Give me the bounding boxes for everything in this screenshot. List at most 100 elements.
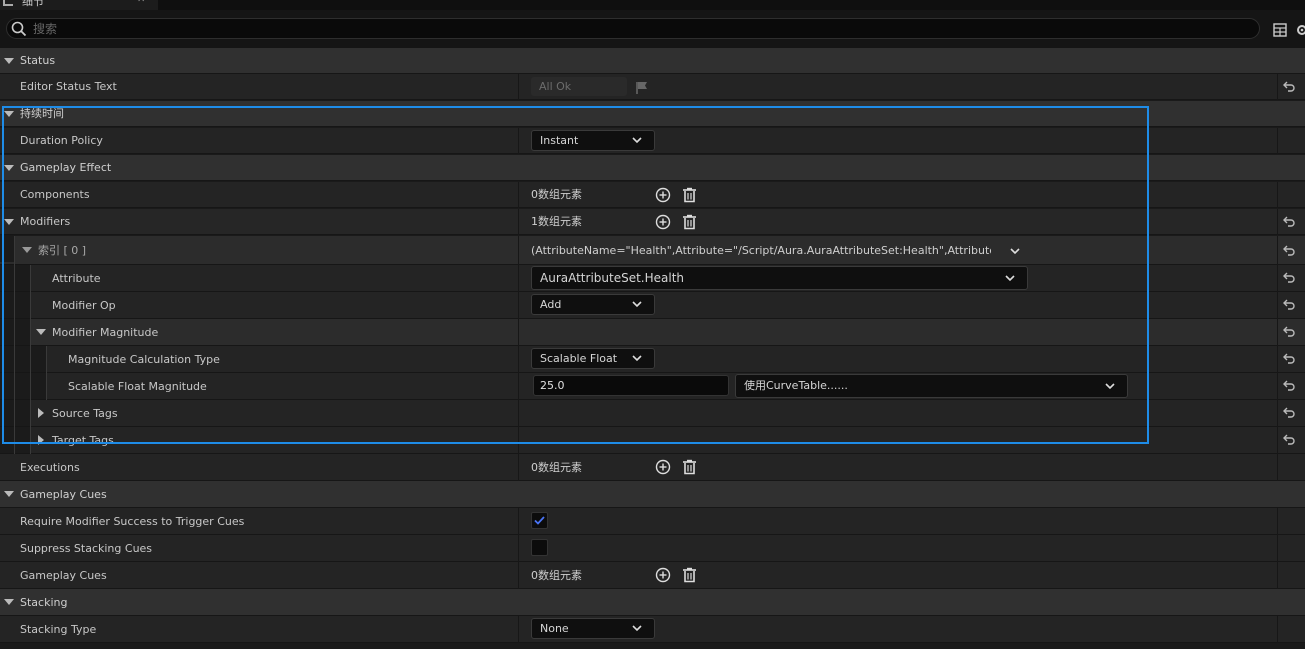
row-executions: Executions 0数组元素 <box>0 454 1305 481</box>
trash-icon[interactable] <box>682 187 697 203</box>
reset-to-default-icon[interactable] <box>1283 326 1295 337</box>
chevron-down-icon <box>632 301 642 308</box>
expand-arrow-icon[interactable] <box>4 111 14 117</box>
row-editor-status-text: Editor Status Text All Ok <box>0 74 1305 100</box>
reset-to-default-icon[interactable] <box>1283 272 1295 283</box>
dropdown-value: None <box>540 622 569 635</box>
array-count: 0数组元素 <box>531 461 582 474</box>
editor-status-field: All Ok <box>531 77 627 96</box>
row-modifier-magnitude[interactable]: Modifier Magnitude <box>0 319 1305 346</box>
array-count: 0数组元素 <box>531 569 582 582</box>
property-label: 索引 [ 0 ] <box>38 244 87 257</box>
array-count: 1数组元素 <box>531 215 582 228</box>
checkmark-icon <box>534 516 545 525</box>
dropdown-value: Instant <box>540 134 579 147</box>
trash-icon[interactable] <box>682 567 697 583</box>
scalable-float-value-input[interactable]: 25.0 <box>533 375 729 396</box>
stacking-type-dropdown[interactable]: None <box>531 618 655 639</box>
add-element-icon[interactable] <box>655 459 671 475</box>
expand-arrow-icon[interactable] <box>4 599 14 605</box>
trash-icon[interactable] <box>682 214 697 230</box>
row-target-tags[interactable]: Target Tags <box>0 427 1305 454</box>
category-status[interactable]: Status <box>0 48 1305 74</box>
duration-policy-dropdown[interactable]: Instant <box>531 130 655 151</box>
attribute-dropdown[interactable]: AuraAttributeSet.Health <box>531 266 1028 290</box>
expand-arrow-icon[interactable] <box>36 329 46 335</box>
row-modifier-op: Modifier Op Add <box>0 292 1305 319</box>
chevron-down-icon <box>1105 383 1115 390</box>
reset-to-default-icon[interactable] <box>1283 434 1295 445</box>
add-element-icon[interactable] <box>655 567 671 583</box>
curve-table-dropdown[interactable]: 使用CurveTable...... <box>735 374 1128 398</box>
search-box[interactable] <box>6 18 1260 39</box>
modifier-op-dropdown[interactable]: Add <box>531 294 655 315</box>
row-duration-policy: Duration Policy Instant <box>0 128 1305 154</box>
trash-icon[interactable] <box>682 459 697 475</box>
search-icon <box>11 21 27 37</box>
reset-to-default-icon[interactable] <box>1283 407 1295 418</box>
row-attribute: Attribute AuraAttributeSet.Health <box>0 265 1305 292</box>
dropdown-value: AuraAttributeSet.Health <box>540 271 685 285</box>
category-label: Stacking <box>20 596 68 609</box>
property-label: Executions <box>20 461 80 474</box>
reset-to-default-icon[interactable] <box>1283 245 1295 256</box>
category-label: Gameplay Cues <box>20 488 107 501</box>
category-label: Status <box>20 54 56 67</box>
property-label: Editor Status Text <box>20 80 117 93</box>
chevron-down-icon <box>632 355 642 362</box>
dropdown-value: Scalable Float <box>540 352 618 365</box>
magnitude-calculation-type-dropdown[interactable]: Scalable Float <box>531 348 655 369</box>
suppress-stacking-cues-checkbox[interactable] <box>531 539 548 556</box>
category-label: 持续时间 <box>20 107 64 120</box>
row-modifiers[interactable]: Modifiers 1数组元素 <box>0 209 1305 235</box>
property-label: Attribute <box>52 272 101 285</box>
details-tab[interactable]: 细节 ✕ <box>0 0 158 10</box>
reset-to-default-icon[interactable] <box>1283 299 1295 310</box>
reset-to-default-icon[interactable] <box>1283 81 1295 92</box>
property-label: Target Tags <box>52 434 114 447</box>
property-label: Stacking Type <box>20 623 97 636</box>
reset-to-default-icon[interactable] <box>1283 380 1295 391</box>
dropdown-value: 使用CurveTable...... <box>744 379 848 392</box>
row-gameplay-cues: Gameplay Cues 0数组元素 <box>0 562 1305 589</box>
expand-arrow-icon[interactable] <box>4 58 14 64</box>
close-tab-icon[interactable]: ✕ <box>137 0 145 5</box>
row-components: Components 0数组元素 <box>0 182 1305 208</box>
search-row <box>0 10 1305 48</box>
category-stacking[interactable]: Stacking <box>0 589 1305 616</box>
require-modifier-success-checkbox[interactable] <box>531 512 548 529</box>
expand-arrow-icon[interactable] <box>38 408 44 418</box>
category-duration[interactable]: 持续时间 <box>0 101 1305 127</box>
property-label: Gameplay Cues <box>20 569 107 582</box>
reset-to-default-icon[interactable] <box>1283 353 1295 364</box>
category-gameplay-effect[interactable]: Gameplay Effect <box>0 155 1305 181</box>
property-label: Modifier Magnitude <box>52 326 159 339</box>
category-label: Gameplay Effect <box>20 161 112 174</box>
reset-to-default-icon[interactable] <box>1283 216 1295 227</box>
settings-gear-icon[interactable] <box>1295 23 1305 37</box>
row-source-tags[interactable]: Source Tags <box>0 400 1305 427</box>
details-tab-label: 细节 <box>22 0 44 8</box>
struct-value-preview: (AttributeName="Health",Attribute="/Scri… <box>531 244 991 257</box>
table-view-icon[interactable] <box>1273 23 1287 37</box>
chevron-down-icon[interactable] <box>1010 247 1020 255</box>
property-label: Modifiers <box>20 215 71 228</box>
expand-arrow-icon[interactable] <box>4 491 14 497</box>
row-magnitude-calculation-type: Magnitude Calculation Type Scalable Floa… <box>0 346 1305 373</box>
expand-arrow-icon[interactable] <box>38 435 44 445</box>
category-gameplay-cues[interactable]: Gameplay Cues <box>0 481 1305 508</box>
expand-arrow-icon[interactable] <box>4 165 14 171</box>
property-label: Magnitude Calculation Type <box>68 353 220 366</box>
search-input[interactable] <box>33 20 1243 37</box>
add-element-icon[interactable] <box>655 214 671 230</box>
row-suppress-stacking-cues: Suppress Stacking Cues <box>0 535 1305 562</box>
row-modifier-index-0[interactable]: 索引 [ 0 ] (AttributeName="Health",Attribu… <box>0 236 1305 265</box>
property-label: Modifier Op <box>52 299 116 312</box>
property-label: Scalable Float Magnitude <box>68 380 207 393</box>
expand-arrow-icon[interactable] <box>4 219 14 225</box>
add-element-icon[interactable] <box>655 187 671 203</box>
expand-arrow-icon[interactable] <box>22 247 32 253</box>
flag-icon[interactable] <box>635 81 649 94</box>
details-tab-icon <box>3 0 13 6</box>
top-bar: 细节 ✕ <box>0 0 1305 10</box>
